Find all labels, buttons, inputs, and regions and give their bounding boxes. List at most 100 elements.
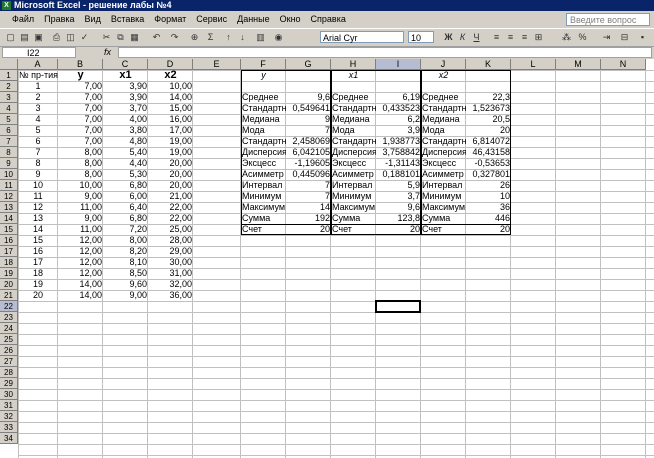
row-header-25[interactable]: 25 (0, 334, 18, 345)
column-header-b[interactable]: B (58, 59, 103, 70)
row-header-26[interactable]: 26 (0, 345, 18, 356)
column-header-d[interactable]: D (148, 59, 193, 70)
print-icon[interactable]: ⎙ (50, 31, 63, 43)
menu-help[interactable]: Справка (306, 11, 351, 28)
table-cell[interactable]: 25,00 (148, 224, 193, 235)
column-header-a[interactable]: A (18, 59, 58, 70)
row-header-12[interactable]: 12 (0, 191, 18, 202)
table-cell[interactable]: 20,00 (148, 169, 193, 180)
menu-format[interactable]: Формат (149, 11, 191, 28)
header-cell-x1[interactable]: x1 (103, 70, 148, 81)
table-cell[interactable]: 10 (18, 180, 58, 191)
table-cell[interactable]: 4,00 (103, 114, 148, 125)
table-cell[interactable]: 20,00 (148, 158, 193, 169)
row-header-4[interactable]: 4 (0, 103, 18, 114)
autosum-icon[interactable]: Σ (204, 31, 217, 43)
table-cell[interactable]: 4,40 (103, 158, 148, 169)
row-header-24[interactable]: 24 (0, 323, 18, 334)
table-cell[interactable]: 20 (18, 290, 58, 301)
sort-desc-icon[interactable]: ↓ (236, 31, 249, 43)
row-header-27[interactable]: 27 (0, 356, 18, 367)
table-cell[interactable]: 8 (18, 158, 58, 169)
align-center-icon[interactable]: ≡ (504, 31, 517, 43)
new-icon[interactable]: ▢ (4, 31, 17, 43)
menu-edit[interactable]: Правка (39, 11, 79, 28)
row-header-18[interactable]: 18 (0, 257, 18, 268)
row-header-16[interactable]: 16 (0, 235, 18, 246)
table-cell[interactable]: 6,80 (103, 180, 148, 191)
column-header-l[interactable]: L (511, 59, 556, 70)
table-cell[interactable]: 6,00 (103, 191, 148, 202)
table-cell[interactable]: 14,00 (148, 92, 193, 103)
row-header-6[interactable]: 6 (0, 125, 18, 136)
paste-icon[interactable]: ▦ (128, 31, 141, 43)
menu-window[interactable]: Окно (275, 11, 306, 28)
table-cell[interactable]: 11,00 (58, 202, 103, 213)
align-right-icon[interactable]: ≡ (518, 31, 531, 43)
table-cell[interactable]: 6,40 (103, 202, 148, 213)
table-cell[interactable]: 8,00 (58, 158, 103, 169)
row-header-23[interactable]: 23 (0, 312, 18, 323)
table-cell[interactable]: 12,00 (58, 257, 103, 268)
table-cell[interactable]: 7,00 (58, 103, 103, 114)
row-header-3[interactable]: 3 (0, 92, 18, 103)
table-cell[interactable]: 22,00 (148, 202, 193, 213)
borders-icon[interactable]: ⊟ (618, 31, 631, 43)
table-cell[interactable]: 17,00 (148, 125, 193, 136)
column-header-e[interactable]: E (193, 59, 241, 70)
table-cell[interactable]: 21,00 (148, 191, 193, 202)
column-header-m[interactable]: M (556, 59, 601, 70)
row-header-15[interactable]: 15 (0, 224, 18, 235)
table-cell[interactable]: 18 (18, 268, 58, 279)
table-cell[interactable]: 36,00 (148, 290, 193, 301)
header-cell-x2[interactable]: x2 (148, 70, 193, 81)
row-header-29[interactable]: 29 (0, 378, 18, 389)
table-cell[interactable]: 19,00 (148, 147, 193, 158)
table-cell[interactable]: 8,00 (58, 169, 103, 180)
table-cell[interactable]: 8,00 (58, 147, 103, 158)
table-cell[interactable]: 9,00 (103, 290, 148, 301)
table-cell[interactable]: 30,00 (148, 257, 193, 268)
column-header-g[interactable]: G (286, 59, 331, 70)
menu-tools[interactable]: Сервис (191, 11, 232, 28)
table-cell[interactable]: 8,20 (103, 246, 148, 257)
open-icon[interactable]: ▤ (18, 31, 31, 43)
font-size-select[interactable]: 10 (408, 31, 434, 43)
bold-icon[interactable]: Ж (442, 31, 455, 43)
table-cell[interactable]: 3,90 (103, 81, 148, 92)
menu-view[interactable]: Вид (80, 11, 106, 28)
fx-icon[interactable]: fx (104, 47, 111, 57)
currency-icon[interactable]: ⁂ (560, 31, 573, 43)
table-cell[interactable]: 8,50 (103, 268, 148, 279)
table-cell[interactable]: 9,60 (103, 279, 148, 290)
table-cell[interactable]: 11 (18, 191, 58, 202)
table-cell[interactable]: 3,80 (103, 125, 148, 136)
select-all-corner[interactable] (0, 59, 18, 70)
cut-icon[interactable]: ✂ (100, 31, 113, 43)
table-cell[interactable]: 8,10 (103, 257, 148, 268)
table-cell[interactable]: 7,00 (58, 136, 103, 147)
undo-icon[interactable]: ↶ (150, 31, 163, 43)
table-cell[interactable]: 15,00 (148, 103, 193, 114)
table-cell[interactable]: 7,00 (58, 92, 103, 103)
table-cell[interactable]: 14,00 (58, 290, 103, 301)
menu-file[interactable]: Файл (0, 11, 39, 28)
table-cell[interactable]: 4,80 (103, 136, 148, 147)
spreadsheet-grid[interactable]: ABCDEFGHIJKLMN 1 2 3 4 5 6 7 8 9 10 11 12 13 14 15 16 17… (0, 59, 654, 458)
merge-icon[interactable]: ⊞ (532, 31, 545, 43)
table-cell[interactable]: 12 (18, 202, 58, 213)
row-header-9[interactable]: 9 (0, 158, 18, 169)
table-cell[interactable]: 6,80 (103, 213, 148, 224)
row-header-28[interactable]: 28 (0, 367, 18, 378)
table-cell[interactable]: 3 (18, 103, 58, 114)
table-cell[interactable]: 5,40 (103, 147, 148, 158)
table-cell[interactable]: 9,00 (58, 213, 103, 224)
table-cell[interactable]: 15 (18, 235, 58, 246)
row-header-20[interactable]: 20 (0, 279, 18, 290)
table-cell[interactable]: 9 (18, 169, 58, 180)
table-cell[interactable]: 3,70 (103, 103, 148, 114)
column-header-h[interactable]: H (331, 59, 376, 70)
fill-color-icon[interactable]: ▪ (636, 31, 649, 43)
table-cell[interactable]: 22,00 (148, 213, 193, 224)
table-cell[interactable]: 11,00 (58, 224, 103, 235)
